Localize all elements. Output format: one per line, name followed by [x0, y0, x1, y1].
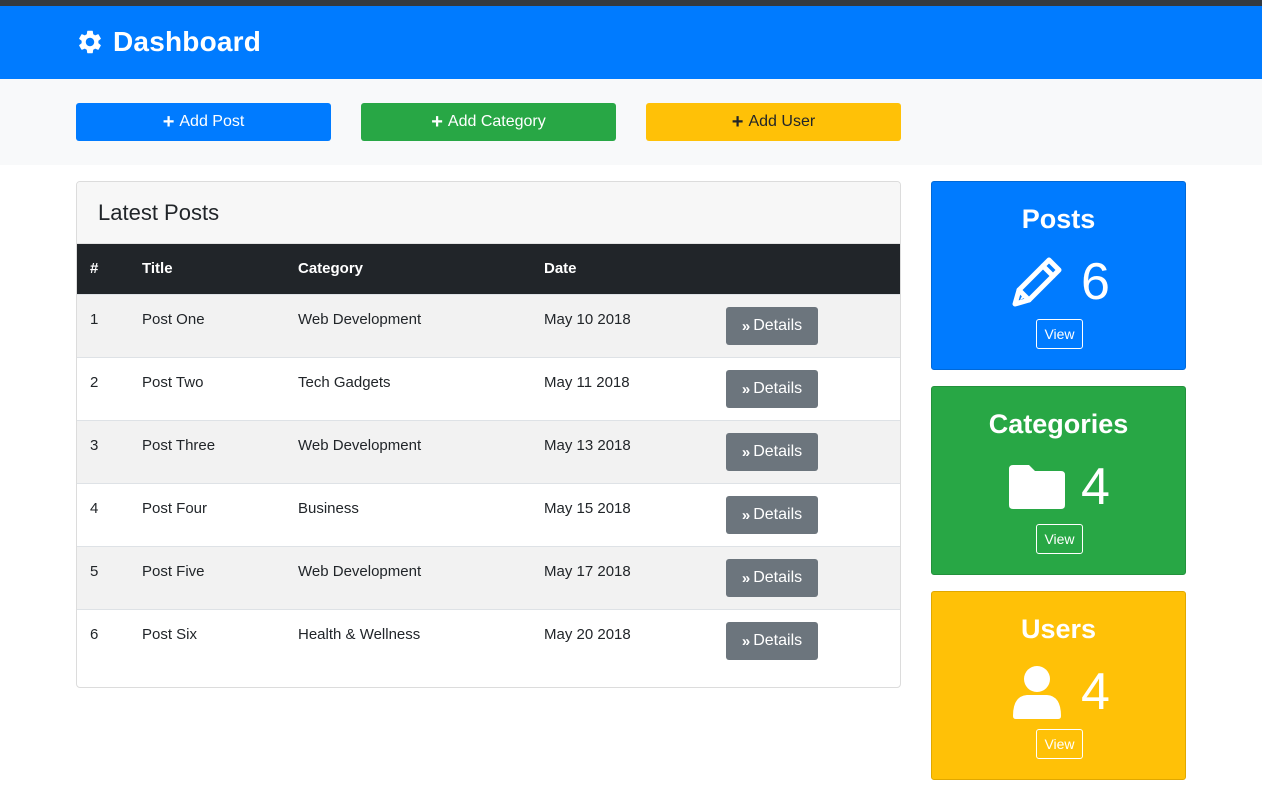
- table-row: 4 Post Four Business May 15 2018 » Detail…: [77, 483, 900, 546]
- details-label: Details: [753, 506, 803, 523]
- user-icon: [1013, 666, 1062, 719]
- row-date: May 10 2018: [544, 311, 631, 328]
- row-number: 1: [90, 311, 99, 328]
- row-date: May 15 2018: [544, 500, 631, 517]
- posts-stat-body: 6: [932, 252, 1185, 312]
- row-number: 6: [90, 626, 99, 643]
- table-header: # Title Category Date: [77, 244, 900, 294]
- add-user-label: Add User: [748, 113, 816, 130]
- users-stat-body: 4: [932, 662, 1185, 722]
- add-user-button[interactable]: + Add User: [646, 103, 901, 141]
- row-title: Post Four: [142, 500, 208, 517]
- gear-icon: [79, 30, 101, 54]
- categories-stat-body: 4: [932, 457, 1185, 517]
- double-chevron-right-icon: »: [741, 317, 750, 335]
- row-number: 2: [90, 374, 99, 391]
- action-bar: + Add Post + Add Category + Add User: [0, 79, 1262, 165]
- posts-stat-title: Posts: [1021, 204, 1096, 234]
- row-title: Post Three: [142, 437, 216, 454]
- row-category: Web Development: [298, 563, 422, 580]
- categories-stat-title: Categories: [988, 409, 1129, 439]
- row-number: 3: [90, 437, 99, 454]
- add-category-button[interactable]: + Add Category: [361, 103, 616, 141]
- plus-icon: +: [731, 111, 744, 133]
- posts-view-button[interactable]: View: [1036, 319, 1083, 349]
- details-button[interactable]: » Details: [726, 433, 818, 471]
- row-date: May 13 2018: [544, 437, 631, 454]
- pencil-icon: [1012, 257, 1062, 307]
- add-category-label: Add Category: [447, 113, 546, 130]
- page-title: Dashboard: [76, 24, 261, 60]
- details-button[interactable]: » Details: [726, 307, 818, 345]
- users-stat-title: Users: [1020, 614, 1097, 644]
- double-chevron-right-icon: »: [741, 380, 750, 398]
- double-chevron-right-icon: »: [741, 632, 750, 650]
- plus-icon: +: [431, 111, 443, 133]
- column-header-number: #: [90, 260, 99, 277]
- row-number: 4: [90, 500, 99, 517]
- row-title: Post Six: [142, 626, 198, 643]
- row-title: Post Five: [142, 563, 205, 580]
- column-header-category: Category: [298, 260, 364, 277]
- users-count: 4: [1081, 663, 1110, 721]
- table-row: 3 Post Three Web Development May 13 2018…: [77, 420, 900, 483]
- details-button[interactable]: » Details: [726, 370, 818, 408]
- add-post-label: Add Post: [179, 113, 245, 130]
- row-date: May 11 2018: [544, 374, 630, 391]
- table-row: 2 Post Two Tech Gadgets May 11 2018 » Det…: [77, 357, 900, 420]
- table-row: 6 Post Six Health & Wellness May 20 2018…: [77, 609, 900, 672]
- row-category: Tech Gadgets: [298, 374, 391, 391]
- details-label: Details: [753, 380, 803, 397]
- add-post-button[interactable]: + Add Post: [76, 103, 331, 141]
- row-category: Health & Wellness: [298, 626, 421, 643]
- details-button[interactable]: » Details: [726, 559, 818, 597]
- details-label: Details: [753, 317, 803, 334]
- row-title: Post Two: [142, 374, 204, 391]
- row-date: May 17 2018: [544, 563, 631, 580]
- double-chevron-right-icon: »: [741, 506, 750, 524]
- row-category: Business: [298, 500, 359, 517]
- row-date: May 20 2018: [544, 626, 631, 643]
- details-button[interactable]: » Details: [726, 496, 818, 534]
- details-label: Details: [753, 569, 803, 586]
- table-row: 1 Post One Web Development May 10 2018 »…: [77, 294, 900, 357]
- page-title-text: Dashboard: [113, 26, 262, 57]
- users-view-button[interactable]: View: [1036, 729, 1083, 759]
- row-category: Web Development: [298, 437, 422, 454]
- column-header-date: Date: [544, 260, 577, 277]
- row-title: Post One: [142, 311, 205, 328]
- categories-count: 4: [1081, 458, 1110, 516]
- latest-posts-card: Latest Posts # Title Category Date 1 Pos…: [76, 181, 901, 688]
- details-button[interactable]: » Details: [726, 622, 818, 660]
- column-header-title: Title: [142, 260, 173, 277]
- categories-view-button[interactable]: View: [1036, 524, 1083, 554]
- latest-posts-title: Latest Posts: [98, 199, 220, 225]
- posts-count: 6: [1081, 253, 1110, 311]
- details-label: Details: [753, 443, 803, 460]
- posts-stat-card: Posts 6 View: [931, 181, 1186, 370]
- latest-posts-header: Latest Posts: [77, 182, 900, 244]
- plus-icon: +: [162, 111, 175, 133]
- row-category: Web Development: [298, 311, 422, 328]
- double-chevron-right-icon: »: [741, 569, 750, 587]
- users-stat-card: Users 4 View: [931, 591, 1186, 780]
- row-number: 5: [90, 563, 99, 580]
- double-chevron-right-icon: »: [741, 443, 750, 461]
- page-header: Dashboard: [0, 6, 1262, 79]
- categories-stat-card: Categories 4 View: [931, 386, 1186, 575]
- table-row: 5 Post Five Web Development May 17 2018 …: [77, 546, 900, 609]
- details-label: Details: [753, 632, 803, 649]
- folder-icon: [1009, 465, 1066, 509]
